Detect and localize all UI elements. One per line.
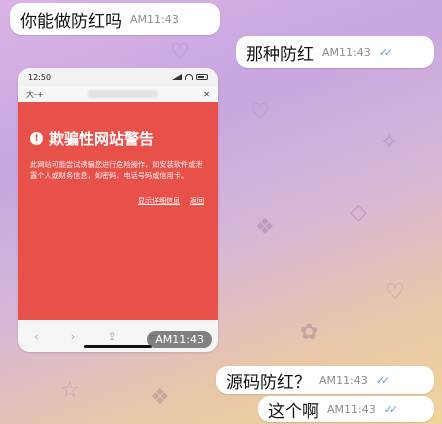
blurred-url — [88, 90, 159, 98]
deceptive-site-warning: ! 欺骗性网站警告 此网站可能尝试诱骗您进行危险操作，如安装软件或泄露个人或财务… — [18, 102, 218, 320]
doodle-crystal-icon: ❖ — [255, 215, 275, 240]
home-indicator — [84, 345, 152, 348]
read-ticks-icon: ✓✓ — [375, 373, 391, 387]
status-time: 12:50 — [28, 72, 52, 82]
back-icon: ‹ — [34, 329, 39, 343]
signal-icon — [172, 74, 182, 80]
doodle-star-icon: ☆ — [60, 378, 80, 403]
doodle-star-icon: ✧ — [380, 130, 399, 155]
browser-address-bar: 大-+ ✕ — [18, 86, 218, 103]
doodle-crystal-icon: ❖ — [150, 385, 170, 410]
message-time: AM11:43 — [130, 12, 179, 26]
warning-body: 此网站可能尝试诱骗您进行危险操作，如安装软件或泄露个人或财务信息，如密码、电话号… — [30, 160, 203, 180]
message-bubble[interactable]: 你能做防红吗 AM11:43 — [10, 3, 220, 35]
image-message[interactable]: 12:50 大-+ ✕ ! 欺骗性网站警告 此网站可能尝试诱骗您进行危险操作，如… — [18, 68, 218, 352]
doodle-heart-icon: ♡ — [250, 100, 270, 125]
battery-icon — [196, 74, 208, 80]
image-timestamp: AM11:43 — [147, 331, 212, 348]
message-bubble[interactable]: 那种防红 AM11:43 ✓✓ — [236, 36, 434, 68]
wifi-icon — [185, 74, 193, 80]
forward-icon: › — [70, 329, 76, 343]
message-bubble[interactable]: 源码防红？ AM11:43 ✓✓ — [216, 366, 434, 394]
phone-status-bar: 12:50 — [18, 68, 218, 86]
message-time: AM11:43 — [327, 402, 376, 416]
warning-icon: ! — [30, 132, 43, 145]
doodle-heart-icon: ♡ — [170, 40, 190, 65]
message-bubble[interactable]: 这个啊 AM11:43 ✓✓ — [258, 396, 434, 422]
message-text: 源码防红？ — [226, 372, 311, 393]
message-time: AM11:43 — [319, 373, 368, 387]
close-icon: ✕ — [203, 89, 210, 99]
share-icon: ⇪ — [107, 329, 117, 343]
message-text: 那种防红 — [246, 44, 314, 65]
tab-label: 大-+ — [26, 89, 44, 99]
go-back-link: 返回 — [190, 197, 204, 205]
message-time: AM11:43 — [322, 45, 371, 59]
read-ticks-icon: ✓✓ — [383, 402, 399, 416]
doodle-heart-icon: ♡ — [385, 280, 405, 305]
show-details-link: 显示详细信息 — [138, 197, 180, 205]
warning-title: 欺骗性网站警告 — [49, 130, 155, 148]
read-ticks-icon: ✓✓ — [378, 45, 394, 59]
doodle-diamond-icon: ◇ — [350, 200, 367, 225]
doodle-flower-icon: ✿ — [300, 320, 319, 345]
message-text: 你能做防红吗 — [20, 11, 122, 32]
message-text: 这个啊 — [268, 401, 319, 422]
